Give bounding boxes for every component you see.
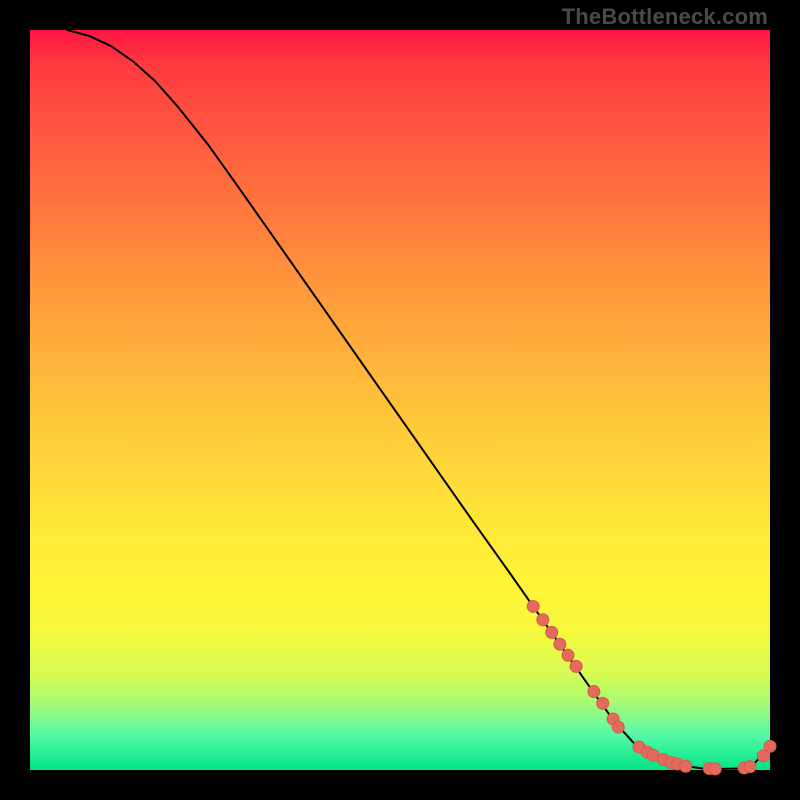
marker-point <box>562 649 574 661</box>
marker-point <box>764 740 776 752</box>
chart-stage: TheBottleneck.com <box>0 0 800 800</box>
marker-point <box>546 626 558 638</box>
marker-point <box>554 638 566 650</box>
marker-point <box>680 760 692 772</box>
chart-svg <box>30 30 770 770</box>
marker-point <box>527 600 539 612</box>
marker-point <box>537 614 549 626</box>
series-curve <box>67 30 770 769</box>
marker-point <box>612 721 624 733</box>
marker-point <box>597 697 609 709</box>
series-markers <box>527 600 776 774</box>
marker-point <box>570 660 582 672</box>
plot-area <box>30 30 770 770</box>
marker-point <box>744 761 756 773</box>
watermark-text: TheBottleneck.com <box>562 4 768 30</box>
marker-point <box>709 763 721 775</box>
marker-point <box>588 686 600 698</box>
